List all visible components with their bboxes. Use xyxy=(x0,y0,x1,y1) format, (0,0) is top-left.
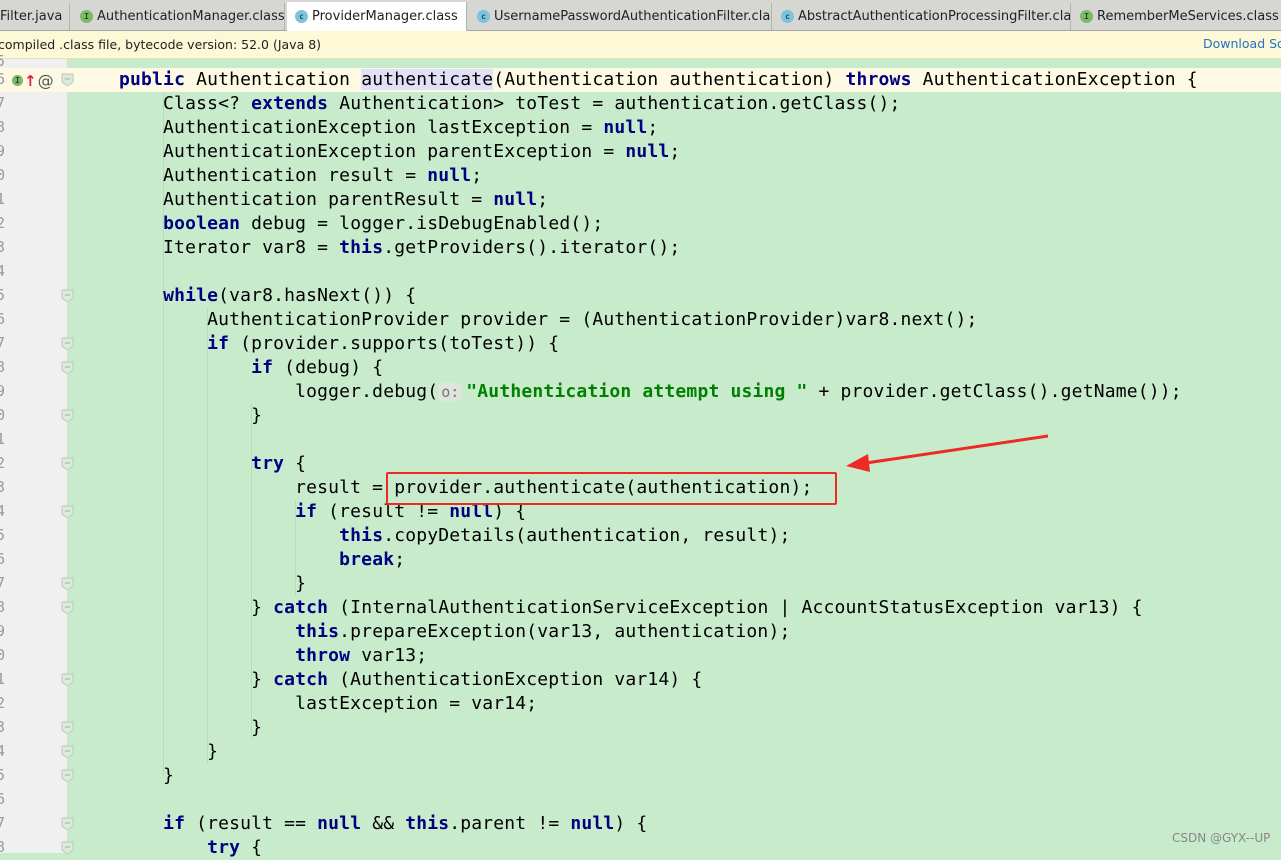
watermark: CSDN @GYX--UP xyxy=(1172,831,1271,845)
annotation-arrow xyxy=(846,434,1049,472)
